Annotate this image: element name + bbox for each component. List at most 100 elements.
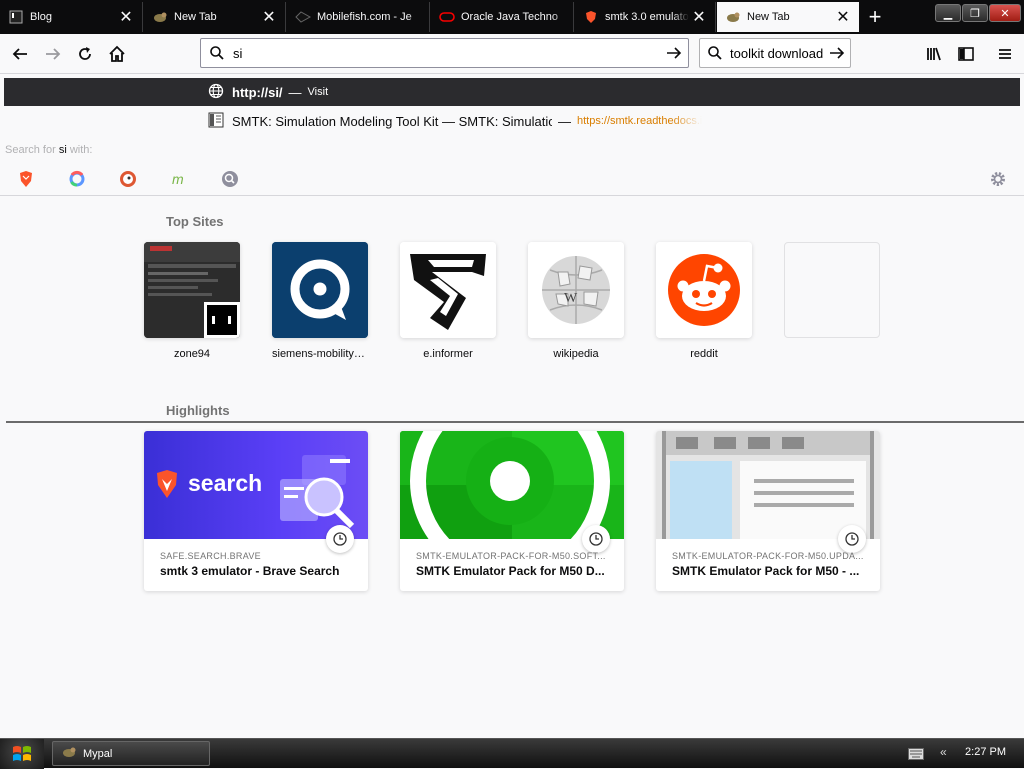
tab-title: Mobilefish.com - Je	[317, 11, 412, 23]
brave-lion-icon	[157, 470, 177, 498]
close-icon[interactable]: ✕	[259, 7, 279, 27]
top-site-wikipedia[interactable]: W wikipedia	[528, 242, 624, 360]
highlight-card-smtk-soft[interactable]: SMTK-EMULATOR-PACK-FOR-M50.SOFT... SMTK …	[400, 431, 624, 591]
tab-title: Blog	[30, 11, 53, 23]
close-icon[interactable]: ✕	[833, 7, 853, 27]
autocomplete-title: SMTK: Simulation Modeling Tool Kit — SMT…	[232, 113, 552, 129]
library-icon	[927, 47, 941, 61]
top-site-reddit[interactable]: reddit	[656, 242, 752, 360]
search-settings-button[interactable]	[987, 168, 1009, 190]
back-button[interactable]	[6, 40, 34, 68]
top-site-siemens[interactable]: siemens-mobility-t...	[272, 242, 368, 360]
site-name: siemens-mobility-t...	[272, 348, 368, 360]
home-button[interactable]	[103, 40, 131, 68]
duckduckgo-icon	[120, 171, 136, 187]
library-button[interactable]	[920, 40, 948, 68]
brave-favicon-icon	[583, 9, 599, 25]
minimize-button[interactable]: ▁	[935, 4, 961, 22]
site-name: e.informer	[423, 348, 473, 360]
qwant-icon	[69, 170, 85, 187]
oneoff-suffix: with:	[69, 144, 93, 156]
card-source: SMTK-EMULATOR-PACK-FOR-M50.UPDA...	[672, 551, 864, 561]
svg-text:m: m	[172, 171, 184, 187]
siemens-logo-icon	[272, 242, 368, 338]
reload-icon	[79, 47, 91, 60]
tab-smtk-emulator[interactable]: smtk 3.0 emulator ✕	[575, 2, 716, 32]
sidebar-button[interactable]	[952, 40, 980, 68]
forward-button[interactable]	[39, 40, 67, 68]
card-title: SMTK Emulator Pack for M50 - ...	[672, 564, 860, 578]
brave-search-icon	[20, 171, 32, 187]
highlight-card-brave[interactable]: search SAFE.SEARCH.BRAVE smtk 3 emulator…	[144, 431, 368, 591]
show-hidden-icons-button[interactable]: «	[940, 745, 947, 759]
new-tab-page: Top Sites zone94 siemens-mobility-t... e…	[0, 197, 1024, 737]
duckduckgo-engine-button[interactable]	[117, 168, 139, 190]
mojeek-engine-button[interactable]: m	[168, 168, 190, 190]
sidebar-icon	[958, 47, 974, 61]
top-site-einformer[interactable]: e.informer	[400, 242, 496, 360]
section-divider	[6, 421, 1024, 423]
tab-mobilefish[interactable]: Mobilefish.com - Je	[287, 2, 430, 32]
reload-button[interactable]	[71, 40, 99, 68]
restore-button[interactable]: ❐	[962, 4, 988, 22]
forward-arrow-icon	[46, 48, 61, 60]
back-arrow-icon	[12, 48, 27, 60]
navigation-toolbar	[0, 34, 1024, 74]
go-arrow-icon[interactable]	[824, 45, 850, 61]
top-sites-heading: Top Sites	[166, 214, 224, 229]
taskbar-app-mypal[interactable]: Mypal	[52, 741, 210, 766]
site-name: reddit	[690, 348, 718, 360]
einformer-logo-icon	[400, 242, 496, 338]
card-source: SMTK-EMULATOR-PACK-FOR-M50.SOFT...	[416, 551, 606, 561]
windows-logo-icon	[13, 746, 31, 761]
search-input[interactable]	[730, 45, 824, 61]
new-tab-button[interactable]: +	[862, 4, 888, 30]
top-site-empty-slot[interactable]	[784, 242, 880, 348]
start-button[interactable]	[0, 739, 44, 769]
autocomplete-row-result[interactable]: SMTK: Simulation Modeling Tool Kit — SMT…	[4, 108, 1020, 134]
qwant-engine-button[interactable]	[66, 168, 88, 190]
card-title: SMTK Emulator Pack for M50 D...	[416, 564, 605, 578]
tab-title: smtk 3.0 emulator	[605, 11, 689, 23]
history-clock-icon	[838, 525, 866, 553]
globe-icon	[208, 83, 224, 102]
site-placeholder	[784, 242, 880, 338]
site-thumbnail	[400, 242, 496, 338]
tab-title: Oracle Java Techno	[461, 11, 559, 23]
keyboard-icon[interactable]	[908, 748, 924, 760]
url-autocomplete-popup: http://si/ — Visit SMTK: Simulation Mode…	[0, 75, 1024, 196]
card-image-text: search	[188, 470, 263, 496]
top-site-zone94[interactable]: zone94	[144, 242, 240, 360]
close-window-button[interactable]: ✕	[989, 4, 1021, 22]
menu-button[interactable]	[991, 40, 1019, 68]
autocomplete-row-visit[interactable]: http://si/ — Visit	[4, 78, 1020, 106]
plus-icon: +	[868, 4, 882, 29]
tab-new-tab-active[interactable]: New Tab ✕	[717, 2, 859, 32]
tab-title: New Tab	[747, 11, 790, 23]
wikipedia-globe-icon: W	[528, 242, 624, 338]
tab-strip: Blog ✕ New Tab ✕ Mobilefish.com - Je Ora…	[0, 0, 1024, 34]
go-arrow-icon[interactable]	[660, 45, 688, 61]
taskbar-clock[interactable]: 2:27 PM	[965, 746, 1006, 758]
highlight-card-smtk-update[interactable]: SMTK-EMULATOR-PACK-FOR-M50.UPDA... SMTK …	[656, 431, 880, 591]
svg-text:W: W	[564, 291, 578, 306]
highlights-heading: Highlights	[166, 403, 230, 418]
history-clock-icon	[582, 525, 610, 553]
card-title: smtk 3 emulator - Brave Search	[160, 564, 340, 578]
close-icon[interactable]: ✕	[689, 7, 709, 27]
taskbar-app-label: Mypal	[83, 747, 113, 760]
tab-new-tab-1[interactable]: New Tab ✕	[144, 2, 286, 32]
one-off-search-label: Search for si with:	[5, 144, 92, 156]
url-bar[interactable]	[200, 38, 689, 68]
generic-search-engine-button[interactable]	[219, 168, 241, 190]
magnifier-illustration-icon	[280, 455, 355, 529]
brave-search-engine-button[interactable]	[15, 168, 37, 190]
close-icon[interactable]: ✕	[116, 7, 136, 27]
tab-oracle[interactable]: Oracle Java Techno	[431, 2, 574, 32]
card-image: search	[144, 431, 368, 539]
green-ring-illustration-icon	[400, 431, 624, 539]
url-input[interactable]	[233, 45, 660, 61]
tab-blog[interactable]: Blog ✕	[0, 2, 143, 32]
site-thumbnail	[272, 242, 368, 338]
search-bar[interactable]	[699, 38, 851, 68]
